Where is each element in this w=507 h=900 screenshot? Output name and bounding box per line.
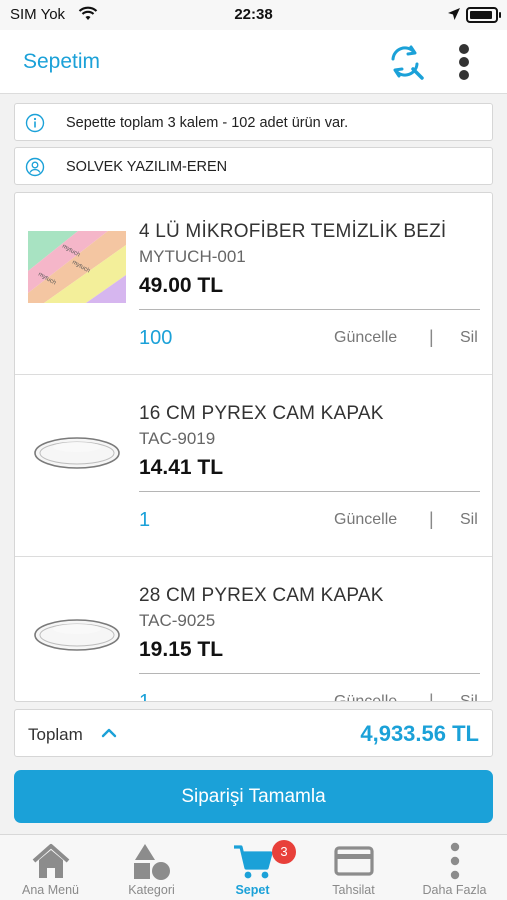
customer-box: SOLVEK YAZILIM-EREN [14,147,493,185]
product-image [34,437,120,469]
customer-name: SOLVEK YAZILIM-EREN [66,159,228,175]
more-options-button[interactable] [452,42,476,82]
product-name: 28 CM PYREX CAM KAPAK [139,585,384,606]
product-price: 49.00 TL [139,274,224,297]
info-icon [25,113,45,133]
cart-item-list[interactable]: mytuch mytuch mytuch 4 LÜ MİKROFİBER TEM… [14,192,493,702]
product-price: 14.41 TL [139,456,224,479]
home-icon [32,844,70,878]
quantity-field[interactable]: 1 [139,691,150,701]
top-nav-bar: Sepetim [0,30,507,94]
tab-label: Tahsilat [332,883,375,897]
update-button[interactable]: Güncelle [334,329,397,347]
tab-category[interactable]: Kategori [101,835,202,900]
divider [139,309,480,310]
tab-payment[interactable]: Tahsilat [303,835,404,900]
page-title: Sepetim [23,50,101,73]
delete-button[interactable]: Sil [460,693,478,701]
divider [139,491,480,492]
user-icon [25,157,45,177]
cart-count-badge: 3 [272,840,296,864]
cart-icon [234,845,273,879]
action-separator: | [429,691,434,702]
product-price: 19.15 TL [139,638,224,661]
delete-button[interactable]: Sil [460,511,478,529]
product-name: 16 CM PYREX CAM KAPAK [139,403,384,424]
product-name: 4 LÜ MİKROFİBER TEMİZLİK BEZİ [139,221,447,242]
cart-item[interactable]: mytuch mytuch mytuch 4 LÜ MİKROFİBER TEM… [15,193,492,375]
action-separator: | [429,327,434,347]
cart-item[interactable]: 28 CM PYREX CAM KAPAK TAC-9025 19.15 TL … [15,557,492,702]
quantity-field[interactable]: 1 [139,509,150,532]
battery-icon [466,7,501,23]
total-label: Toplam [28,725,83,744]
quantity-field[interactable]: 100 [139,327,172,350]
card-icon [334,846,374,876]
product-code: TAC-9019 [139,429,216,448]
total-bar[interactable]: Toplam 4,933.56 TL [14,709,493,757]
more-icon [450,842,460,880]
chevron-up-icon[interactable] [101,726,117,740]
product-image [34,619,120,651]
complete-order-button[interactable]: Siparişi Tamamla [14,770,493,823]
tab-more[interactable]: Daha Fazla [404,835,505,900]
action-separator: | [429,509,434,529]
product-code: TAC-9025 [139,611,216,630]
product-code: MYTUCH-001 [139,247,246,266]
tab-home[interactable]: Ana Menü [0,835,101,900]
cart-summary-box: Sepette toplam 3 kalem - 102 adet ürün v… [14,103,493,141]
cart-item[interactable]: 16 CM PYREX CAM KAPAK TAC-9019 14.41 TL … [15,375,492,557]
update-button[interactable]: Güncelle [334,511,397,529]
tab-label: Kategori [128,883,175,897]
delete-button[interactable]: Sil [460,329,478,347]
cart-summary-text: Sepette toplam 3 kalem - 102 adet ürün v… [66,115,349,131]
divider [139,673,480,674]
product-image: mytuch mytuch mytuch [28,231,126,303]
search-refresh-icon[interactable] [386,42,426,82]
tab-label: Daha Fazla [422,883,487,897]
tab-label: Ana Menü [22,883,79,897]
clock: 22:38 [234,6,273,23]
total-amount: 4,933.56 TL [360,721,479,746]
location-arrow-icon [448,8,460,20]
status-bar: SIM Yok 22:38 [0,0,507,30]
category-icon [134,844,170,880]
bottom-tab-bar: Ana Menü Kategori Sepet 3 Tahsilat Daha … [0,834,507,900]
update-button[interactable]: Güncelle [334,693,397,701]
tab-label: Sepet [235,883,270,897]
